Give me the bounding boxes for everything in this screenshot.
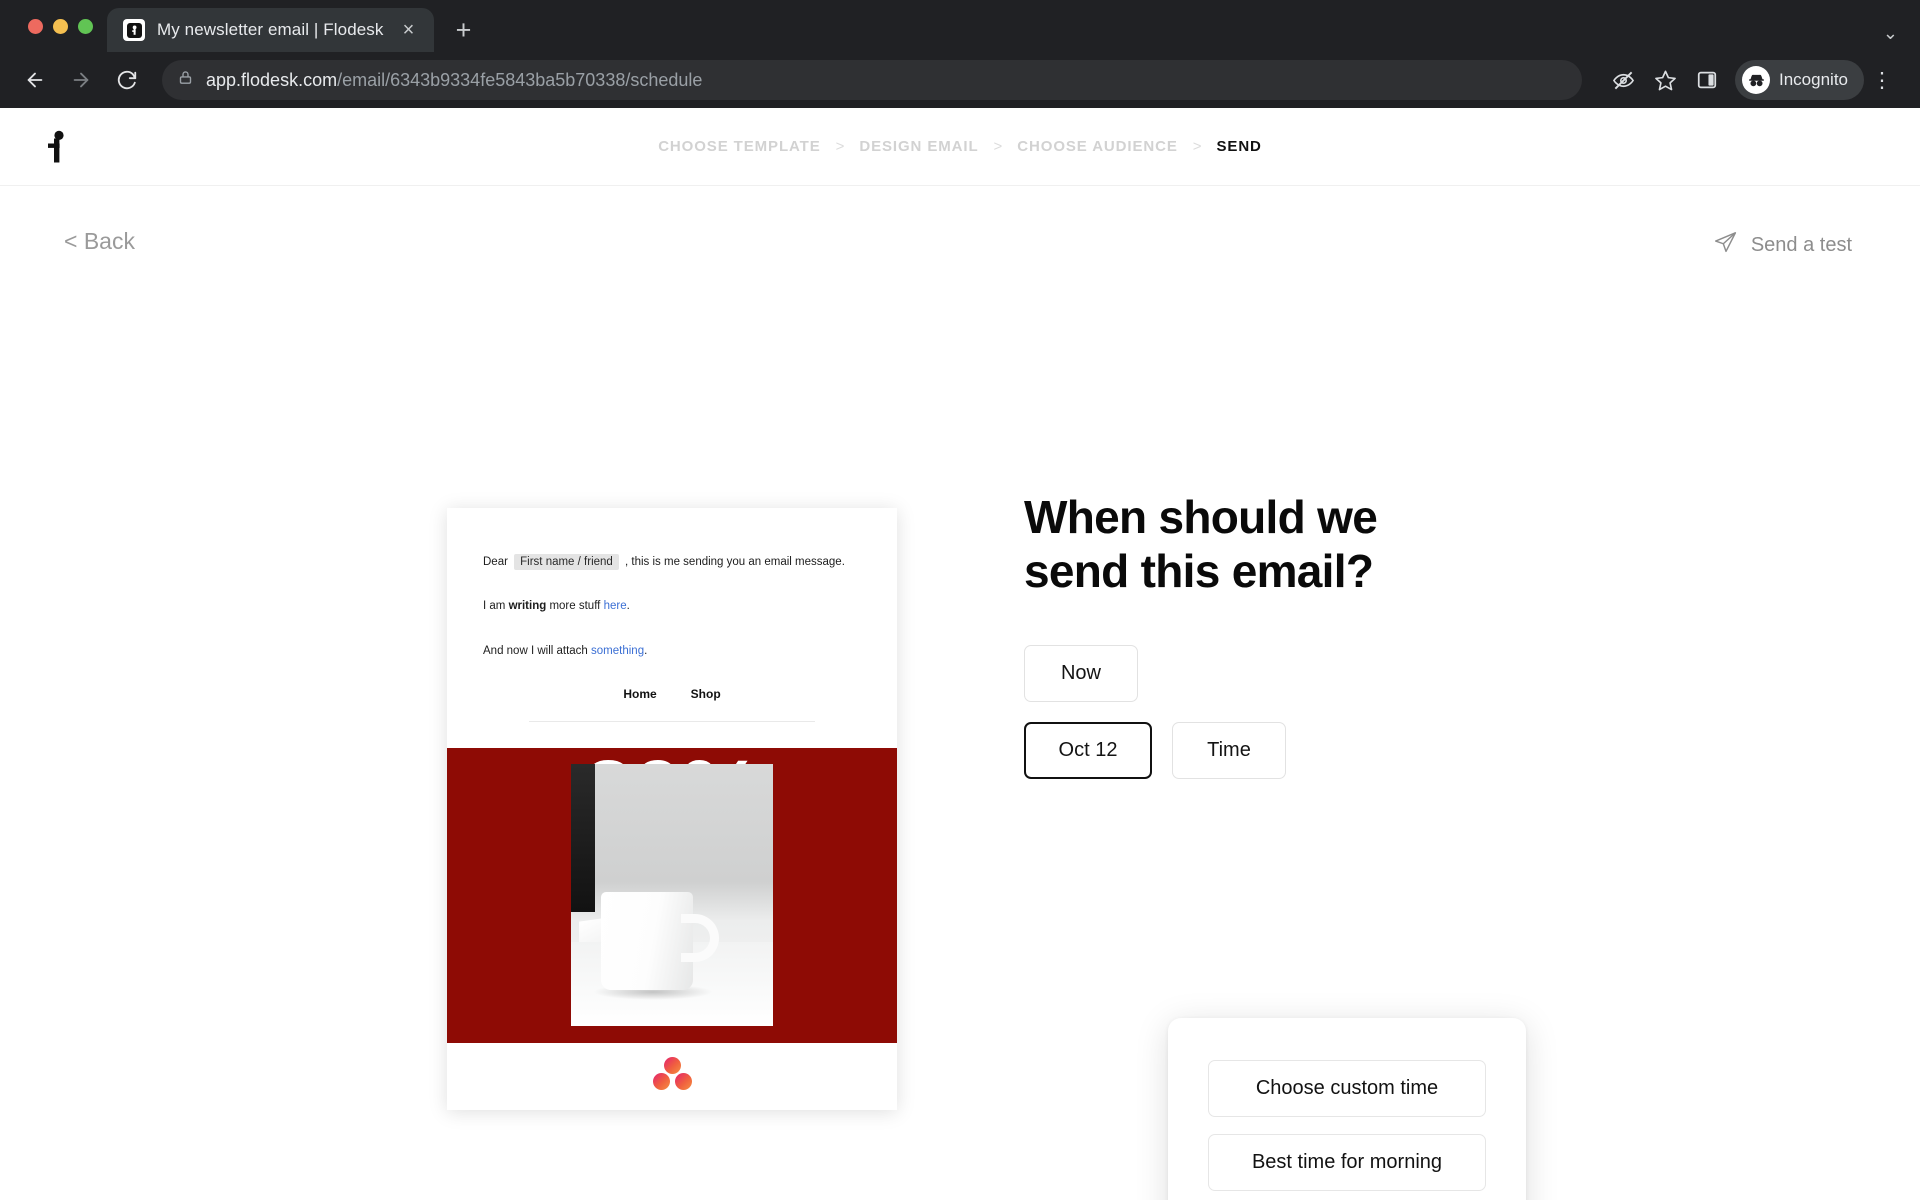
browser-chrome: My newsletter email | Flodesk × + ⌄ app.… <box>0 0 1920 108</box>
chrome-menu-kebab-icon[interactable]: ⋮ <box>1866 70 1898 91</box>
send-now-button[interactable]: Now <box>1024 644 1138 702</box>
forward-nav-icon[interactable] <box>60 59 102 101</box>
merge-tag-first-name: First name / friend <box>514 554 619 570</box>
close-window-button[interactable] <box>28 18 43 34</box>
white-mug <box>601 891 719 990</box>
send-a-test-label: Send a test <box>1750 234 1852 256</box>
line3-post: . <box>644 644 648 657</box>
app-subheader: < Back Send a test <box>0 186 1920 294</box>
choose-custom-time-button[interactable]: Choose custom time <box>1208 1060 1486 1117</box>
email-hero-product-photo <box>571 763 773 1026</box>
email-footer <box>447 1042 897 1105</box>
line2-bold: writing <box>508 600 547 613</box>
back-button[interactable]: < Back <box>64 228 135 255</box>
window-controls[interactable] <box>20 0 107 52</box>
step-choose-template[interactable]: CHOOSE TEMPLATE <box>658 138 820 155</box>
tab-title: My newsletter email | Flodesk <box>157 20 384 39</box>
step-design-email[interactable]: DESIGN EMAIL <box>859 138 978 155</box>
flodesk-app: CHOOSE TEMPLATE > DESIGN EMAIL > CHOOSE … <box>0 108 1920 1200</box>
email-greeting-line: Dear First name / friend , this is me se… <box>483 554 861 571</box>
incognito-profile-button[interactable]: Incognito <box>1735 60 1864 100</box>
greeting-prefix: Dear <box>483 556 508 568</box>
schedule-option-row-primary: Now <box>1024 644 1724 702</box>
tab-search-caret-icon[interactable]: ⌄ <box>1883 23 1898 44</box>
step-separator-2: > <box>993 138 1003 155</box>
page-title: When should we send this email? <box>1024 491 1378 598</box>
email-line-two: I am writing more stuff here. <box>483 598 861 615</box>
email-divider <box>529 720 815 722</box>
app-header: CHOOSE TEMPLATE > DESIGN EMAIL > CHOOSE … <box>0 108 1920 186</box>
schedule-date-button[interactable]: Oct 12 <box>1024 721 1152 779</box>
greeting-suffix: , this is me sending you an email messag… <box>625 556 845 568</box>
toolbar-actions: Incognito ⋮ <box>1603 60 1898 100</box>
flodesk-dots-logo-icon <box>651 1056 693 1091</box>
close-tab-button[interactable]: × <box>396 17 422 43</box>
url-host: app.flodesk.com <box>206 69 338 90</box>
email-nav-shop[interactable]: Shop <box>691 687 721 701</box>
email-preview-card: Dear First name / friend , this is me se… <box>447 508 897 1110</box>
line3-pre: And now I will attach <box>483 644 592 657</box>
line2-pre: I am <box>483 600 509 613</box>
line2-post: . <box>626 600 630 613</box>
schedule-panel: When should we send this email? Now Oct … <box>1024 490 1724 779</box>
line2-link[interactable]: here <box>604 600 627 612</box>
hide-tracking-eye-icon[interactable] <box>1603 60 1643 100</box>
reload-icon[interactable] <box>106 59 148 101</box>
line3-link[interactable]: something <box>591 645 644 657</box>
bookmark-star-icon[interactable] <box>1645 60 1685 100</box>
side-panel-icon[interactable] <box>1687 60 1727 100</box>
step-separator-1: > <box>835 138 845 155</box>
photo-backdrop <box>571 763 595 912</box>
back-nav-icon[interactable] <box>14 59 56 101</box>
line2-mid: more stuff <box>546 600 604 613</box>
new-tab-button[interactable]: + <box>442 8 486 52</box>
flodesk-logo-icon[interactable] <box>42 128 72 166</box>
time-picker-popover: Choose custom time Best time for morning… <box>1168 1018 1526 1200</box>
incognito-avatar-icon <box>1742 66 1770 94</box>
step-send[interactable]: SEND <box>1217 138 1262 155</box>
address-bar[interactable]: app.flodesk.com/email/6343b9334fe5843ba5… <box>162 60 1582 100</box>
step-separator-3: > <box>1192 138 1202 155</box>
email-hero-banner: 20% 30% <box>447 747 897 1043</box>
wizard-stepper: CHOOSE TEMPLATE > DESIGN EMAIL > CHOOSE … <box>658 138 1262 155</box>
send-a-test-button[interactable]: Send a test <box>1713 230 1852 261</box>
browser-tab[interactable]: My newsletter email | Flodesk × <box>107 8 434 52</box>
email-line-three: And now I will attach something. <box>483 643 861 660</box>
browser-toolbar: app.flodesk.com/email/6343b9334fe5843ba5… <box>0 52 1920 108</box>
schedule-time-button[interactable]: Time <box>1172 721 1286 779</box>
browser-tabbar: My newsletter email | Flodesk × + ⌄ <box>0 0 1920 52</box>
email-nav: Home Shop <box>483 687 861 701</box>
url-path: /email/6343b9334fe5843ba5b70338/schedule <box>337 69 703 90</box>
maximize-window-button[interactable] <box>78 18 93 34</box>
paper-plane-icon <box>1713 230 1738 261</box>
flodesk-favicon-icon <box>123 19 145 41</box>
lock-icon <box>178 70 193 90</box>
best-time-morning-button[interactable]: Best time for morning <box>1208 1134 1486 1191</box>
email-preview-body: Dear First name / friend , this is me se… <box>447 508 897 722</box>
url-text: app.flodesk.com/email/6343b9334fe5843ba5… <box>206 70 702 91</box>
minimize-window-button[interactable] <box>53 18 68 34</box>
incognito-label: Incognito <box>1779 70 1848 89</box>
schedule-option-row-secondary: Oct 12 Time <box>1024 721 1724 779</box>
email-nav-home[interactable]: Home <box>623 687 656 701</box>
step-choose-audience[interactable]: CHOOSE AUDIENCE <box>1017 138 1177 155</box>
